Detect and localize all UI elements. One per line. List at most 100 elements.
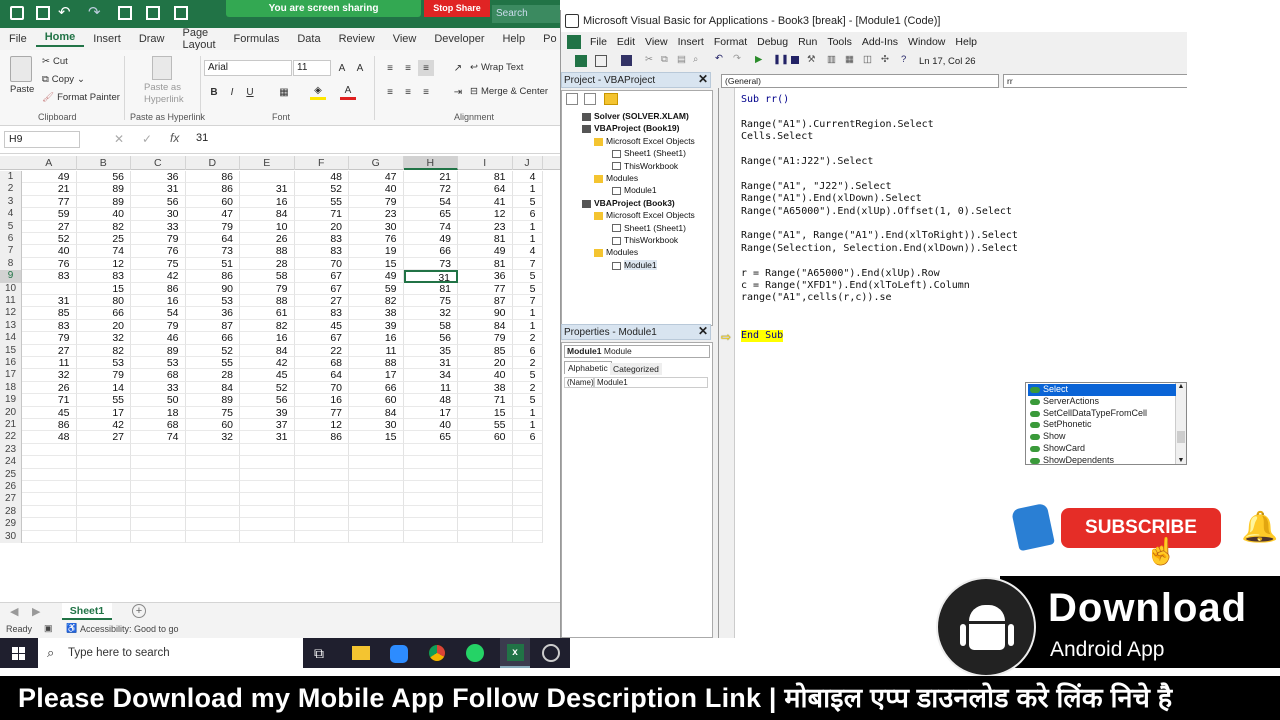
paste-hyperlink-button[interactable]: Paste as Hyperlink [144,82,184,106]
cell[interactable] [240,493,295,506]
cell[interactable]: 84 [240,208,295,221]
copy-button[interactable]: ⧉ Copy ⌄ [42,74,85,85]
cell[interactable]: 56 [131,195,186,209]
row-header[interactable]: 5 [0,220,22,233]
close-icon[interactable]: ✕ [695,324,711,340]
next-sheet-icon[interactable]: ▶ [32,605,40,618]
cell[interactable]: 40 [22,245,77,258]
cell[interactable] [349,481,404,494]
cell[interactable]: 14 [76,381,131,395]
cell[interactable]: 32 [22,369,77,382]
cell[interactable]: 12 [458,208,513,221]
cell[interactable]: 88 [240,295,295,308]
code-line[interactable]: Sub rr() [741,94,789,106]
cell[interactable]: 15 [349,431,404,444]
row-header[interactable]: 8 [0,257,22,271]
tab-home[interactable]: Home [35,31,85,47]
cell[interactable]: 49 [22,171,77,184]
cell[interactable]: 56 [76,171,131,184]
cell[interactable]: 49 [403,233,458,246]
tree-node[interactable]: VBAProject (Book3) [582,198,675,208]
cell[interactable]: 55 [458,419,513,432]
cell[interactable]: 68 [131,419,186,432]
row-header[interactable]: 25 [0,468,22,481]
cell[interactable] [185,493,240,506]
quick-access-icon-2[interactable] [146,6,160,20]
property-name-value[interactable]: Module1 [594,377,708,388]
cell[interactable]: 10 [240,220,295,233]
redo-icon[interactable]: ↷ [88,3,101,21]
row-header[interactable]: 7 [0,245,22,258]
cell[interactable]: 42 [240,357,295,370]
bold-button[interactable]: B [206,84,222,100]
cell[interactable] [349,493,404,506]
tree-node[interactable]: VBAProject (Book19) [582,123,680,133]
stop-share-button[interactable]: Stop Share [424,0,490,17]
cell[interactable] [349,443,404,457]
cell[interactable]: 15 [76,282,131,295]
insert-module-icon[interactable] [595,55,607,67]
code-line[interactable]: Range("A1:J22").Select [741,156,873,168]
merge-center-button[interactable]: ⊟ Merge & Center [470,86,548,97]
cell[interactable] [349,456,404,469]
cell[interactable]: 7 [512,295,543,308]
cell[interactable]: 30 [131,208,186,221]
cell[interactable]: 67 [294,332,349,345]
cell[interactable]: 89 [76,195,131,209]
cell[interactable]: 84 [240,344,295,357]
cell[interactable]: 84 [185,381,240,395]
cell[interactable]: 31 [22,295,77,308]
cell[interactable]: 1 [512,307,543,320]
scroll-up-icon[interactable]: ▲ [1176,383,1186,390]
font-color-icon[interactable]: A [340,84,356,100]
cell[interactable]: 88 [240,245,295,258]
cell[interactable] [76,518,131,531]
cell[interactable]: 74 [403,220,458,233]
column-header[interactable]: I [458,156,513,170]
autosave-icon[interactable] [36,6,50,20]
cell[interactable] [185,468,240,481]
code-line[interactable]: Range("A1", "J22").Select [741,181,892,193]
file-explorer-icon[interactable] [352,646,370,660]
cell[interactable]: 73 [185,245,240,258]
tab-view[interactable]: View [384,33,426,45]
cell[interactable] [185,505,240,519]
save-icon[interactable] [10,6,24,20]
cell[interactable]: 1 [512,419,543,432]
code-line[interactable]: Range("A1", Range("A1").End(xlToRight)).… [741,230,1018,242]
cell[interactable] [512,505,543,519]
cell[interactable] [512,481,543,494]
code-line[interactable]: Range("A1").CurrentRegion.Select [741,119,934,131]
cell[interactable]: 16 [294,394,349,407]
enter-icon[interactable]: ✓ [142,132,152,146]
cell[interactable] [76,481,131,494]
cell[interactable]: 35 [403,344,458,357]
cell[interactable] [22,493,77,506]
cell[interactable]: 31 [240,183,295,196]
cell[interactable]: 58 [240,270,295,283]
autocomplete-item[interactable]: ServerActions [1028,396,1176,408]
cell[interactable]: 28 [240,257,295,271]
cell[interactable]: 70 [294,257,349,271]
cell[interactable]: 1 [512,406,543,419]
tree-node[interactable]: ThisWorkbook [612,161,678,171]
italic-button[interactable]: I [224,84,240,100]
cell[interactable]: 21 [22,183,77,196]
cell[interactable]: 86 [185,171,240,184]
formula-input[interactable]: 31 [196,132,208,144]
vba-menu-tools[interactable]: Tools [822,36,857,48]
cell[interactable]: 50 [131,394,186,407]
cell[interactable] [22,468,77,481]
cell[interactable]: 48 [294,171,349,184]
cell[interactable]: 11 [403,381,458,395]
row-header[interactable]: 14 [0,332,22,345]
column-header[interactable]: A [22,156,77,170]
cell[interactable] [294,468,349,481]
cell[interactable]: 86 [22,419,77,432]
shrink-font-icon[interactable]: A [352,60,368,76]
cell[interactable]: 55 [294,195,349,209]
autocomplete-item[interactable]: SetPhonetic [1028,419,1176,431]
cell[interactable]: 38 [349,307,404,320]
row-header[interactable]: 16 [0,357,22,370]
cell[interactable] [512,530,543,543]
